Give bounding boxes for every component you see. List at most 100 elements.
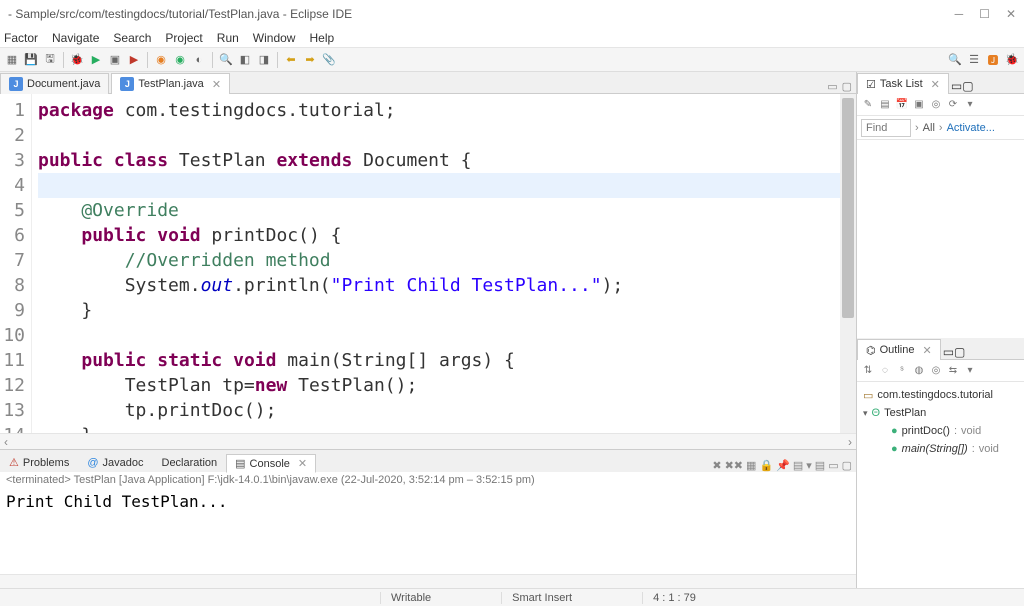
scroll-lock-icon[interactable]: 🔒 xyxy=(759,459,773,472)
outline-class[interactable]: ▾ΘTestPlan xyxy=(863,404,1018,422)
collapse-icon[interactable]: ▣ xyxy=(912,98,926,112)
save-icon[interactable]: 💾 xyxy=(23,52,39,68)
new-console-icon[interactable]: ▤ xyxy=(815,459,825,472)
coverage-icon[interactable]: ▣ xyxy=(107,52,123,68)
menu-window[interactable]: Window xyxy=(253,31,296,45)
minimize-view-icon[interactable]: ▭ xyxy=(827,80,837,93)
console-output[interactable]: Print Child TestPlan... xyxy=(0,488,856,574)
console-scrollbar[interactable] xyxy=(0,574,856,588)
debug-icon[interactable]: 🐞 xyxy=(69,52,85,68)
pin-console-icon[interactable]: 📌 xyxy=(776,459,790,472)
open-type-icon[interactable]: ◐ xyxy=(191,52,207,68)
scroll-right-icon[interactable]: › xyxy=(848,435,852,449)
remove-all-icon[interactable]: ✖✖ xyxy=(725,459,743,472)
toolbar-sep xyxy=(212,52,213,68)
tab-outline[interactable]: ⌬ Outline ✕ xyxy=(857,339,941,360)
hide-static-icon[interactable]: ˢ xyxy=(895,364,909,378)
tab-close-icon[interactable]: ✕ xyxy=(298,457,307,470)
menu-icon[interactable]: ▾ xyxy=(963,98,977,112)
remove-launch-icon[interactable]: ✖ xyxy=(712,459,721,472)
close-icon[interactable]: ✕ xyxy=(1006,7,1016,21)
tasklist-all[interactable]: All xyxy=(923,122,935,134)
focus-icon[interactable]: ◎ xyxy=(929,98,943,112)
vertical-scrollbar[interactable] xyxy=(840,94,856,433)
tab-javadoc[interactable]: @Javadoc xyxy=(78,454,152,472)
menu-search[interactable]: Search xyxy=(113,31,151,45)
code-area[interactable]: package com.testingdocs.tutorial;public … xyxy=(32,94,840,433)
code-editor[interactable]: 1234567891011121314 package com.testingd… xyxy=(0,94,856,433)
quick-access-icon[interactable]: 🔍 xyxy=(947,52,963,68)
tab-testplan-java[interactable]: J TestPlan.java ✕ xyxy=(111,73,230,94)
search-icon[interactable]: 🔍 xyxy=(218,52,234,68)
tab-console[interactable]: ▤Console✕ xyxy=(226,454,316,473)
outline-package[interactable]: ▭com.testingdocs.tutorial xyxy=(863,386,1018,404)
new-class-icon[interactable]: ◉ xyxy=(153,52,169,68)
minimize-pane-icon[interactable]: ▭ xyxy=(828,459,838,472)
outline-body[interactable]: ▭com.testingdocs.tutorial ▾ΘTestPlan ●pr… xyxy=(857,382,1024,588)
tab-tasklist[interactable]: ☑ Task List ✕ xyxy=(857,73,949,94)
maximize-icon[interactable]: ☐ xyxy=(979,7,990,21)
display-console-icon[interactable]: ▤ xyxy=(793,459,803,472)
sort-icon[interactable]: ⇅ xyxy=(861,364,875,378)
forward-icon[interactable]: ➡ xyxy=(302,52,318,68)
tasklist-body[interactable] xyxy=(857,140,1024,338)
hide-fields-icon[interactable]: ◌ xyxy=(878,364,892,378)
new-task-icon[interactable]: ✎ xyxy=(861,98,875,112)
open-console-icon[interactable]: ▾ xyxy=(806,459,812,472)
chevron-icon[interactable]: › xyxy=(915,122,919,134)
outline-title: Outline xyxy=(880,344,915,356)
debug-perspective-icon[interactable]: 🐞 xyxy=(1004,52,1020,68)
scroll-left-icon[interactable]: ‹ xyxy=(4,435,8,449)
outline-menu-icon[interactable]: ▾ xyxy=(963,364,977,378)
link-editor-icon[interactable]: ⇆ xyxy=(946,364,960,378)
close-tab-icon[interactable]: ✕ xyxy=(212,78,221,91)
tasklist-icon: ☑ xyxy=(866,78,876,91)
tab-declaration[interactable]: Declaration xyxy=(153,454,227,472)
close-outline-icon[interactable]: ✕ xyxy=(922,344,931,357)
run-icon[interactable]: ▶ xyxy=(88,52,104,68)
java-perspective-icon[interactable]: 🅹 xyxy=(985,52,1001,68)
max-icon[interactable]: ▢ xyxy=(954,345,965,359)
schedule-icon[interactable]: 📅 xyxy=(895,98,909,112)
outline-method-printdoc[interactable]: ●printDoc() : void xyxy=(863,422,1018,440)
run-last-icon[interactable]: ▶ xyxy=(126,52,142,68)
outline-method-main[interactable]: ●main(String[]) : void xyxy=(863,440,1018,458)
tasklist-find-input[interactable] xyxy=(861,119,911,137)
horizontal-scrollbar[interactable]: ‹ › xyxy=(0,433,856,449)
pin-icon[interactable]: 📎 xyxy=(321,52,337,68)
categorize-icon[interactable]: ▤ xyxy=(878,98,892,112)
method-icon: ● xyxy=(891,443,898,455)
clear-console-icon[interactable]: ▦ xyxy=(746,459,756,472)
focus-outline-icon[interactable]: ◎ xyxy=(929,364,943,378)
tab-document-java[interactable]: J Document.java xyxy=(0,73,109,94)
new-package-icon[interactable]: ◉ xyxy=(172,52,188,68)
open-perspective-icon[interactable]: ☰ xyxy=(966,52,982,68)
new-icon[interactable]: ▦ xyxy=(4,52,20,68)
maximize-pane-icon[interactable]: ▢ xyxy=(842,459,852,472)
back-icon[interactable]: ⬅ xyxy=(283,52,299,68)
menu-run[interactable]: Run xyxy=(217,31,239,45)
maximize-view-icon[interactable]: ▢ xyxy=(842,80,852,93)
annotation-icon[interactable]: ◨ xyxy=(256,52,272,68)
class-icon: Θ xyxy=(872,407,881,419)
hide-nonpublic-icon[interactable]: ◍ xyxy=(912,364,926,378)
toolbar-sep xyxy=(63,52,64,68)
menu-navigate[interactable]: Navigate xyxy=(52,31,99,45)
chevron-icon[interactable]: › xyxy=(939,122,943,134)
toggle-mark-icon[interactable]: ◧ xyxy=(237,52,253,68)
min-icon[interactable]: ▭ xyxy=(951,79,962,93)
menu-project[interactable]: Project xyxy=(165,31,202,45)
scrollbar-thumb[interactable] xyxy=(842,98,854,318)
minimize-icon[interactable]: ─ xyxy=(955,7,964,21)
min-icon[interactable]: ▭ xyxy=(943,345,954,359)
caret-down-icon[interactable]: ▾ xyxy=(863,408,868,419)
max-icon[interactable]: ▢ xyxy=(962,79,973,93)
tasklist-activate[interactable]: Activate... xyxy=(947,122,995,134)
synchronize-icon[interactable]: ⟳ xyxy=(946,98,960,112)
close-tasklist-icon[interactable]: ✕ xyxy=(931,78,940,91)
main-toolbar: ▦ 💾 🖫 🐞 ▶ ▣ ▶ ◉ ◉ ◐ 🔍 ◧ ◨ ⬅ ➡ 📎 🔍 ☰ 🅹 🐞 xyxy=(0,48,1024,72)
tab-problems[interactable]: ⚠Problems xyxy=(0,453,78,472)
save-all-icon[interactable]: 🖫 xyxy=(42,52,58,68)
menu-factor[interactable]: Factor xyxy=(4,31,38,45)
menu-help[interactable]: Help xyxy=(309,31,334,45)
